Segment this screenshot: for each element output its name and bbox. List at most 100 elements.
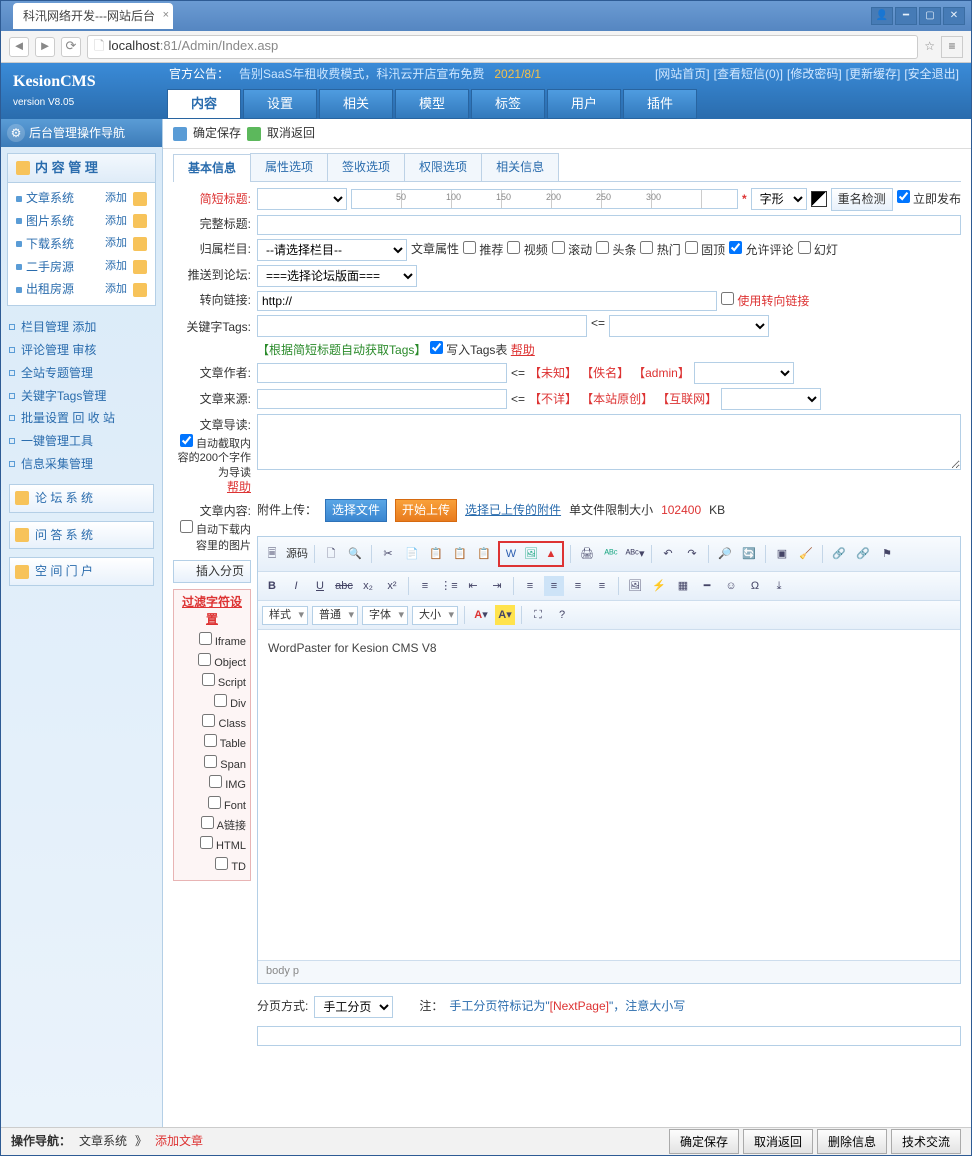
bottom-cancel-button[interactable]: 取消返回	[743, 1129, 813, 1154]
close-icon[interactable]: ✕	[943, 7, 965, 25]
author-input[interactable]	[257, 363, 507, 383]
cut-icon[interactable]: ✂	[378, 544, 398, 564]
select-uploaded-link[interactable]: 选择已上传的附件	[465, 502, 561, 519]
tab-tags[interactable]: 标签	[471, 89, 545, 119]
paste-word-icon[interactable]: 📋	[474, 544, 494, 564]
add-link[interactable]: 添加	[105, 191, 127, 206]
author-select[interactable]	[694, 362, 794, 384]
filter-item[interactable]: Div	[178, 693, 246, 713]
start-upload-button[interactable]: 开始上传	[395, 499, 457, 522]
use-redirect-checkbox[interactable]: 使用转向链接	[721, 292, 809, 310]
indent-icon[interactable]: ⇥	[487, 576, 507, 596]
auto-download-img-checkbox[interactable]: 自动下载内容里的图片	[173, 520, 251, 554]
sidebar-link[interactable]: 信息采集管理	[9, 453, 154, 476]
url-bar[interactable]: 🗋 localhost:81/Admin/Index.asp	[87, 35, 918, 59]
column-select[interactable]: --请选择栏目--	[257, 239, 407, 261]
format-select[interactable]: 普通	[312, 606, 358, 625]
maximize-editor-icon[interactable]: ⛶	[528, 605, 548, 625]
sidebar-link[interactable]: 栏目管理 添加	[9, 316, 154, 339]
subtab-perm[interactable]: 权限选项	[404, 153, 482, 181]
intro-textarea[interactable]	[257, 414, 961, 470]
attr-sticky[interactable]: 固顶	[685, 241, 725, 259]
breadcrumb-a[interactable]: 文章系统	[79, 1133, 127, 1150]
tab-user[interactable]: 用户	[547, 89, 621, 119]
paste-text-icon[interactable]: 📋	[450, 544, 470, 564]
source-icon[interactable]: 🗏	[262, 544, 282, 564]
sidebar-link[interactable]: 批量设置 回 收 站	[9, 407, 154, 430]
page-method-select[interactable]: 手工分页	[314, 996, 393, 1018]
unlink-icon[interactable]: 🔗	[853, 544, 873, 564]
outdent-icon[interactable]: ⇤	[463, 576, 483, 596]
spellcheck-toggle-icon[interactable]: ᴬᴮᶜ▾	[625, 544, 645, 564]
full-title-input[interactable]	[257, 215, 961, 235]
sidebar-space-button[interactable]: 空 间 门 户	[9, 557, 154, 586]
topnav-cache[interactable]: [更新缓存]	[846, 66, 901, 83]
save-button[interactable]: 确定保存	[193, 125, 241, 142]
attr-slide[interactable]: 幻灯	[798, 241, 838, 259]
edit-icon[interactable]	[133, 192, 147, 206]
align-center-icon[interactable]: ≡	[544, 576, 564, 596]
bottom-support-button[interactable]: 技术交流	[891, 1129, 961, 1154]
sidebar-forum-button[interactable]: 论 坛 系 统	[9, 484, 154, 513]
attr-hot[interactable]: 热门	[640, 241, 680, 259]
filter-item[interactable]: A链接	[178, 815, 246, 835]
attr-scroll[interactable]: 滚动	[552, 241, 592, 259]
tab-plugin[interactable]: 插件	[623, 89, 697, 119]
subtab-related[interactable]: 相关信息	[481, 153, 559, 181]
sidebar-item[interactable]: 文章系统添加	[14, 187, 149, 210]
image-icon[interactable]: 🖼	[625, 576, 645, 596]
filter-item[interactable]: Span	[178, 754, 246, 774]
topnav-home[interactable]: [网站首页]	[655, 66, 710, 83]
forum-select[interactable]: ===选择论坛版面===	[257, 265, 417, 287]
tags-write-checkbox[interactable]: 写入Tags表	[430, 343, 508, 357]
styles-select[interactable]: 样式	[262, 606, 308, 625]
filter-item[interactable]: Script	[178, 672, 246, 692]
sidebar-item[interactable]: 二手房源添加	[14, 256, 149, 279]
minimize-icon[interactable]: ━	[895, 7, 917, 25]
source-unknown[interactable]: 不详	[541, 392, 565, 406]
preview-icon[interactable]: 🔍	[345, 544, 365, 564]
sidebar-link[interactable]: 关键字Tags管理	[9, 385, 154, 408]
edit-icon[interactable]	[133, 214, 147, 228]
filter-item[interactable]: Table	[178, 733, 246, 753]
rename-check-button[interactable]: 重名检测	[831, 188, 893, 211]
pagebreak-icon[interactable]: ⤓	[769, 576, 789, 596]
source-internet[interactable]: 互联网	[669, 392, 705, 406]
sidebar-qa-button[interactable]: 问 答 系 统	[9, 521, 154, 550]
attr-comment[interactable]: 允许评论	[729, 241, 793, 259]
edit-icon[interactable]	[133, 260, 147, 274]
hr-icon[interactable]: ━	[697, 576, 717, 596]
align-left-icon[interactable]: ≡	[520, 576, 540, 596]
maximize-icon[interactable]: ▢	[919, 7, 941, 25]
numberlist-icon[interactable]: ≡	[415, 576, 435, 596]
link-icon[interactable]: 🔗	[829, 544, 849, 564]
source-select[interactable]	[721, 388, 821, 410]
cancel-button[interactable]: 取消返回	[267, 125, 315, 142]
edit-icon[interactable]	[133, 283, 147, 297]
add-link[interactable]: 添加	[105, 259, 127, 274]
pdf-icon[interactable]: ▲	[541, 544, 561, 564]
tags-auto-link[interactable]: 根据简短标题自动获取Tags	[269, 343, 414, 357]
sidebar-link[interactable]: 全站专题管理	[9, 362, 154, 385]
source-original[interactable]: 本站原创	[593, 392, 641, 406]
underline-icon[interactable]: U	[310, 576, 330, 596]
intro-help-link[interactable]: 帮助	[227, 480, 251, 494]
color-picker-icon[interactable]	[811, 191, 827, 207]
size-select[interactable]: 大小	[412, 606, 458, 625]
filter-item[interactable]: Iframe	[178, 631, 246, 651]
bgcolor-icon[interactable]: A▾	[495, 605, 515, 625]
anchor-icon[interactable]: ⚑	[877, 544, 897, 564]
subscript-icon[interactable]: x₂	[358, 576, 378, 596]
image-word-icon[interactable]: 🖼	[521, 544, 541, 564]
redo-icon[interactable]: ↷	[682, 544, 702, 564]
author-anon[interactable]: 佚名	[593, 366, 617, 380]
subtab-sign[interactable]: 签收选项	[327, 153, 405, 181]
reload-icon[interactable]: ⟳	[61, 37, 81, 57]
textcolor-icon[interactable]: A▾	[471, 605, 491, 625]
forward-icon[interactable]: ►	[35, 37, 55, 57]
attr-headline[interactable]: 头条	[596, 241, 636, 259]
copy-icon[interactable]: 📄	[402, 544, 422, 564]
topnav-password[interactable]: [修改密码]	[787, 66, 842, 83]
superscript-icon[interactable]: x²	[382, 576, 402, 596]
find-icon[interactable]: 🔎	[715, 544, 735, 564]
